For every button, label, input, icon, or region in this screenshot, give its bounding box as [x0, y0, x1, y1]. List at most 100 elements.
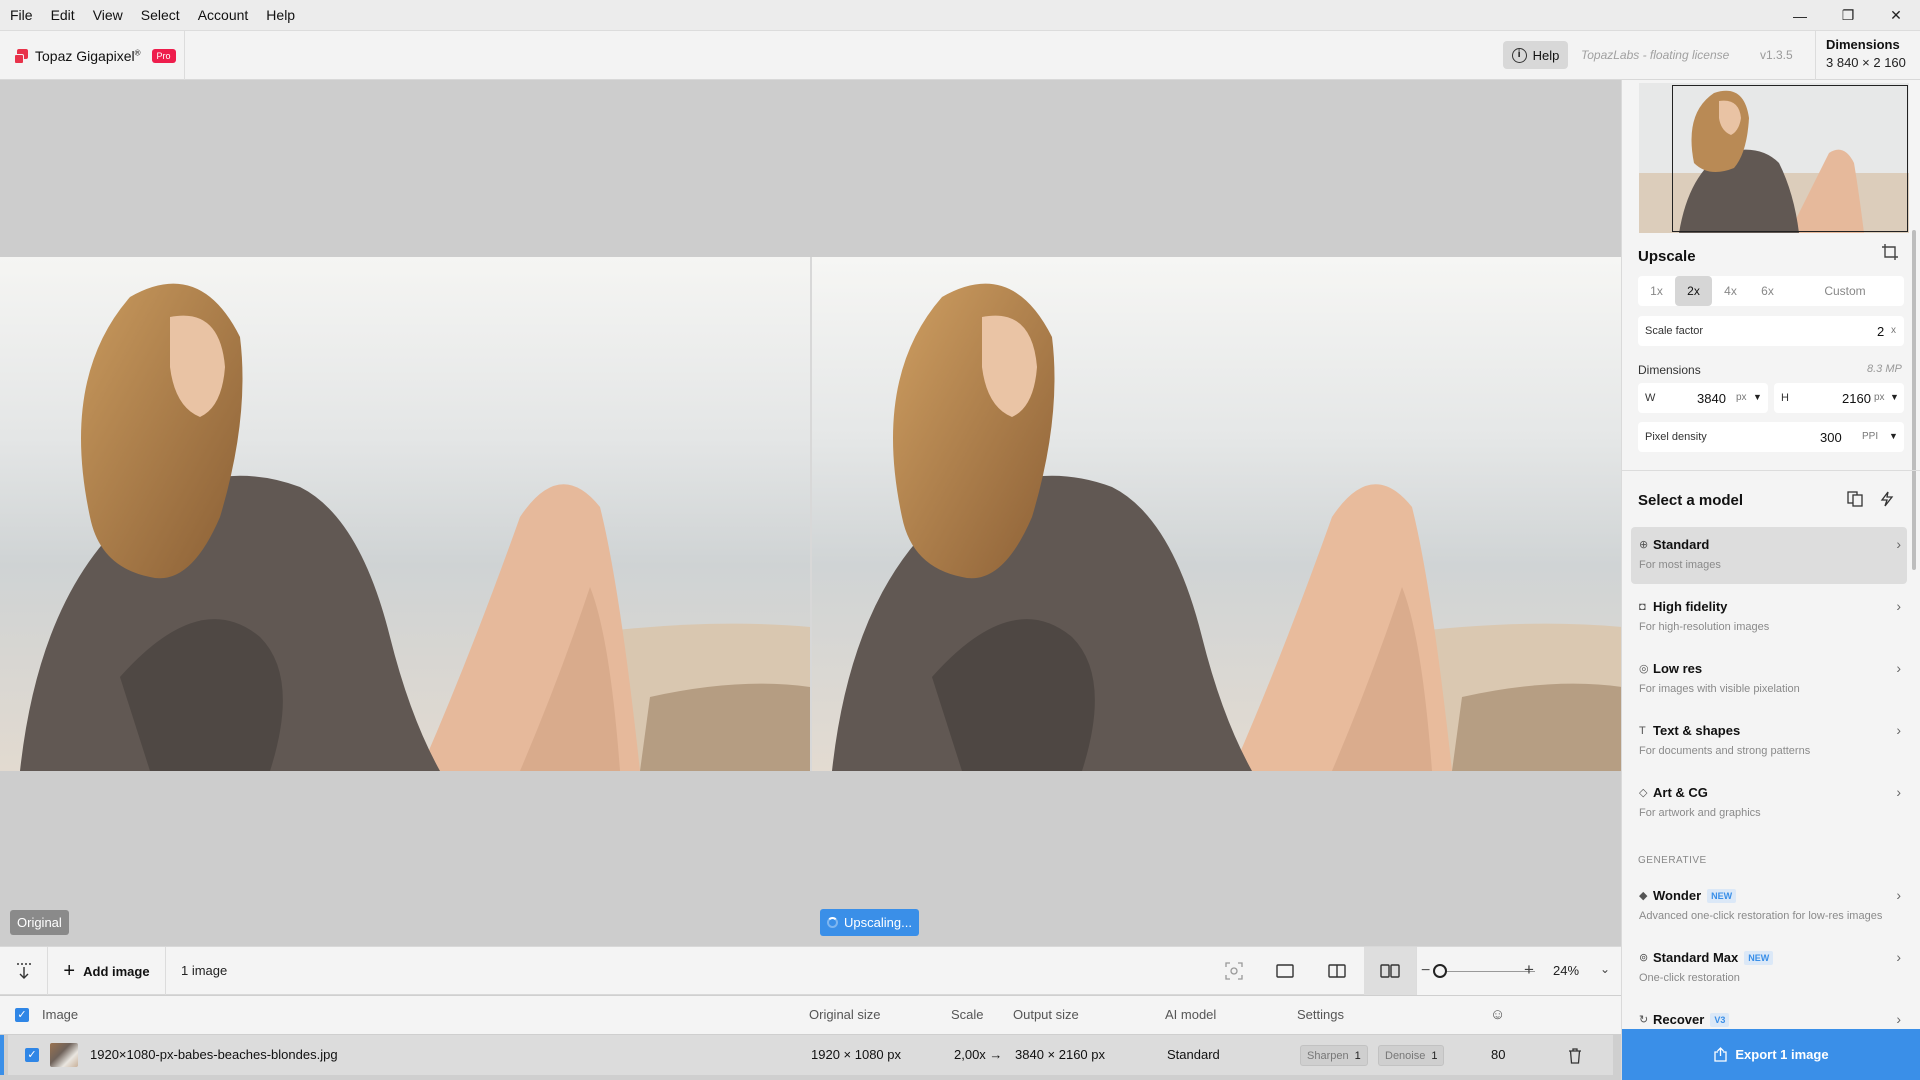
smiley-icon: ☺ [1490, 1006, 1506, 1023]
model-name: Text & shapes [1653, 723, 1741, 738]
col-ai-model[interactable]: AI model [1165, 996, 1216, 1034]
scale-option-6x[interactable]: 6x [1749, 276, 1786, 306]
close-button[interactable]: ✕ [1872, 0, 1920, 31]
add-image-label: Add image [83, 963, 150, 979]
menu-account[interactable]: Account [189, 0, 258, 31]
export-button[interactable]: Export 1 image [1622, 1029, 1920, 1080]
zoom-slider-handle[interactable] [1433, 964, 1447, 978]
split-view-button[interactable] [1322, 957, 1352, 985]
denoise-value: 1 [1431, 1050, 1438, 1062]
pixel-density-label: Pixel density [1645, 431, 1707, 443]
pixel-density-value[interactable]: 300 [1820, 430, 1842, 445]
camera-icon: ◘ [1639, 601, 1646, 613]
generative-label: GENERATIVE [1638, 855, 1707, 866]
side-by-side-button[interactable] [1364, 947, 1416, 995]
restore-button[interactable]: ❐ [1824, 0, 1872, 31]
menu-select[interactable]: Select [132, 0, 189, 31]
sharpen-value: 1 [1354, 1050, 1361, 1062]
crop-icon[interactable] [1881, 243, 1899, 261]
scale-option-1x[interactable]: 1x [1638, 276, 1675, 306]
model-desc: Advanced one-click restoration for low-r… [1639, 910, 1883, 922]
add-image-button[interactable]: + Add image [48, 947, 166, 995]
menu-help[interactable]: Help [257, 0, 304, 31]
delete-button[interactable] [1568, 1035, 1582, 1075]
compare-models-icon[interactable] [1847, 491, 1863, 507]
scale-option-4x[interactable]: 4x [1712, 276, 1749, 306]
original-image[interactable] [0, 257, 810, 771]
image-canvas[interactable]: Original Upscaling... [0, 80, 1622, 946]
zoom-slider[interactable] [1439, 971, 1535, 972]
sharpen-tag[interactable]: Sharpen 1 [1300, 1045, 1368, 1066]
image-count: 1 image [181, 963, 228, 978]
model-standard-max[interactable]: ⊚ Standard Max NEW One-click restoration … [1631, 940, 1907, 997]
pixel-density-field[interactable]: Pixel density 300 PPI ▼ [1638, 422, 1904, 452]
zoom-out-icon[interactable]: − [1421, 962, 1430, 980]
original-photo [0, 257, 810, 771]
select-all-checkbox[interactable]: ✓ [15, 1008, 29, 1022]
height-field[interactable]: H 2160 px ▼ [1774, 383, 1904, 413]
side-by-side-icon [1380, 964, 1400, 978]
model-tools [1847, 491, 1895, 507]
help-button[interactable]: i Help [1503, 41, 1568, 69]
text-icon: T [1639, 725, 1646, 737]
focus-button[interactable] [1219, 957, 1249, 985]
original-label: Original [10, 910, 69, 935]
export-label: Export 1 image [1735, 1047, 1829, 1062]
sort-button[interactable] [0, 947, 48, 995]
model-desc: For most images [1639, 559, 1721, 571]
model-recover[interactable]: ↻ Recover V3 › [1631, 1002, 1907, 1029]
gem-icon: ◆ [1639, 890, 1648, 902]
scale-factor-field[interactable]: Scale factor 2 x [1638, 316, 1904, 346]
navigator-viewport[interactable] [1672, 85, 1908, 232]
close-icon: ✕ [1890, 7, 1902, 23]
scale-option-2x[interactable]: 2x [1675, 276, 1712, 306]
dimensions-label: Dimensions [1638, 363, 1701, 377]
lightning-icon[interactable] [1879, 491, 1895, 507]
model-name: High fidelity [1653, 599, 1728, 614]
caret-down-icon[interactable]: ▼ [1890, 392, 1899, 402]
scale-factor-value[interactable]: 2 [1877, 324, 1884, 339]
focus-icon [1225, 962, 1243, 980]
col-scale[interactable]: Scale [951, 996, 984, 1034]
single-view-button[interactable] [1270, 957, 1300, 985]
recover-icon: ↻ [1639, 1014, 1649, 1026]
upscaled-photo [812, 257, 1622, 771]
menu-view[interactable]: View [84, 0, 132, 31]
max-icon: ⊚ [1639, 952, 1649, 964]
minimize-button[interactable]: — [1776, 0, 1824, 31]
pixel-density-unit: PPI [1862, 431, 1879, 442]
upscaled-image[interactable] [812, 257, 1622, 771]
col-settings[interactable]: Settings [1297, 996, 1344, 1034]
model-low-res[interactable]: ◎ Low res For images with visible pixela… [1631, 651, 1907, 708]
navigator-preview[interactable] [1639, 83, 1909, 233]
model-high-fidelity[interactable]: ◘ High fidelity For high-resolution imag… [1631, 589, 1907, 646]
chevron-down-icon[interactable]: ⌄ [1600, 962, 1610, 976]
restore-icon: ❐ [1841, 7, 1855, 23]
caret-down-icon[interactable]: ▼ [1753, 392, 1762, 402]
upscaling-status: Upscaling... [820, 909, 919, 936]
zoom-value[interactable]: 24% [1553, 963, 1579, 978]
caret-down-icon[interactable]: ▼ [1889, 431, 1898, 441]
model-desc: For artwork and graphics [1639, 807, 1761, 819]
upscaling-label: Upscaling... [844, 915, 912, 930]
height-value[interactable]: 2160 [1842, 391, 1871, 406]
zoom-in-icon[interactable]: + [1524, 960, 1534, 980]
model-standard[interactable]: ⊕ Standard For most images › [1631, 527, 1907, 584]
table-row[interactable]: ✓ 1920×1080-px-babes-beaches-blondes.jpg… [0, 1035, 1613, 1075]
row-checkbox[interactable]: ✓ [25, 1048, 39, 1062]
new-badge: NEW [1707, 889, 1737, 903]
denoise-tag[interactable]: Denoise 1 [1378, 1045, 1445, 1066]
panel-scrollbar[interactable] [1912, 230, 1916, 570]
menu-file[interactable]: File [0, 0, 42, 31]
menu-edit[interactable]: Edit [42, 0, 84, 31]
col-output-size[interactable]: Output size [1013, 996, 1079, 1034]
model-text-shapes[interactable]: T Text & shapes For documents and strong… [1631, 713, 1907, 770]
col-original-size[interactable]: Original size [809, 996, 881, 1034]
megapixels: 8.3 MP [1867, 363, 1902, 375]
model-wonder[interactable]: ◆ Wonder NEW Advanced one-click restorati… [1631, 878, 1907, 935]
model-art-cg[interactable]: ◇ Art & CG For artwork and graphics › [1631, 775, 1907, 832]
width-value[interactable]: 3840 [1697, 391, 1726, 406]
scale-option-custom[interactable]: Custom [1786, 276, 1904, 306]
width-field[interactable]: W 3840 px ▼ [1638, 383, 1768, 413]
col-image[interactable]: Image [42, 996, 78, 1034]
